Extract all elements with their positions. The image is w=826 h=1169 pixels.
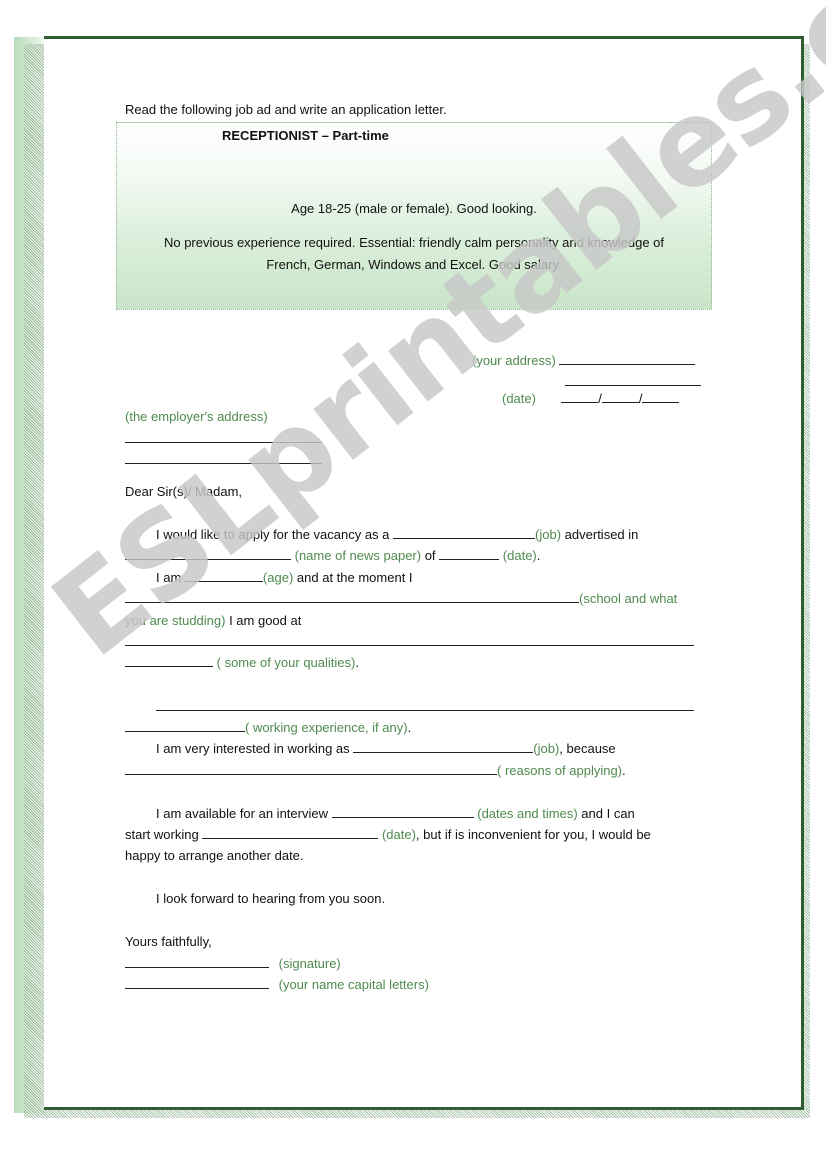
signature-row: (signature) [125, 953, 341, 974]
paragraph-4-line-1: I am very interested in working as (job)… [156, 739, 616, 756]
paragraph-2-line-5: ( some of your qualities). [125, 652, 359, 673]
job-ad-line-3: French, German, Windows and Excel. Good … [266, 257, 562, 272]
job-ad-title: RECEPTIONIST – Part-time [222, 128, 389, 143]
date-row: (date) / / [502, 388, 680, 409]
employer-address-hint: (the employer's address) [125, 409, 268, 424]
closing-line: I look forward to hearing from you soon. [156, 891, 386, 906]
newspaper-blank[interactable] [125, 546, 291, 560]
interview-dates-blank[interactable] [331, 804, 474, 818]
employer-address-blank-1[interactable] [125, 429, 322, 443]
paragraph-3-line-2: ( working experience, if any). [125, 717, 411, 738]
your-address-hint: (your address) [472, 353, 556, 368]
paragraph-2-line-3: you are studding) I am good at [125, 613, 302, 628]
your-address-blank-1[interactable] [559, 351, 696, 365]
job-ad-line-1: Age 18-25 (male or female). Good looking… [291, 201, 537, 216]
paragraph-5-line-3: happy to arrange another date. [125, 848, 304, 863]
experience-blank-2[interactable] [125, 718, 245, 732]
sign-off: Yours faithfully, [125, 934, 212, 949]
paragraph-2-line-2: (school and what [125, 588, 677, 609]
job-ad-box: RECEPTIONIST – Part-time Age 18-25 (male… [116, 122, 712, 310]
start-date-blank[interactable] [202, 825, 379, 839]
experience-blank-1[interactable] [156, 697, 694, 711]
date-year-blank[interactable] [642, 389, 680, 403]
your-address-blank-2[interactable] [565, 372, 701, 386]
school-blank[interactable] [125, 589, 579, 603]
paragraph-5-line-1: I am available for an interview (dates a… [156, 804, 635, 821]
paragraph-2-line-1: I am (age) and at the moment I [156, 568, 413, 585]
interested-job-blank[interactable] [353, 739, 534, 753]
date-hint: (date) [502, 391, 536, 406]
qualities-blank-1[interactable] [125, 632, 694, 646]
age-blank[interactable] [184, 568, 263, 582]
instruction-text: Read the following job ad and write an a… [125, 102, 447, 117]
name-row: (your name capital letters) [125, 974, 429, 995]
date-month-blank[interactable] [601, 389, 639, 403]
name-blank[interactable] [125, 975, 269, 989]
paragraph-4-line-2: ( reasons of applying). [125, 760, 626, 781]
job-ad-line-2: No previous experience required. Essenti… [163, 235, 665, 250]
paragraph-1-line-2: (name of news paper) of (date). [125, 545, 540, 566]
signature-blank[interactable] [125, 954, 269, 968]
paragraph-1-line-1: I would like to apply for the vacancy as… [156, 525, 639, 542]
your-address-row: (your address) [472, 350, 696, 371]
job-blank[interactable] [393, 525, 536, 539]
paragraph-5-line-2: start working (date), but if is inconven… [125, 825, 651, 842]
date-day-blank[interactable] [561, 389, 599, 403]
reasons-blank[interactable] [125, 761, 497, 775]
greeting: Dear Sir(s)/ Madam, [125, 484, 243, 499]
qualities-blank-2[interactable] [125, 653, 213, 667]
ad-date-blank[interactable] [439, 546, 500, 560]
employer-address-blank-2[interactable] [125, 450, 322, 464]
